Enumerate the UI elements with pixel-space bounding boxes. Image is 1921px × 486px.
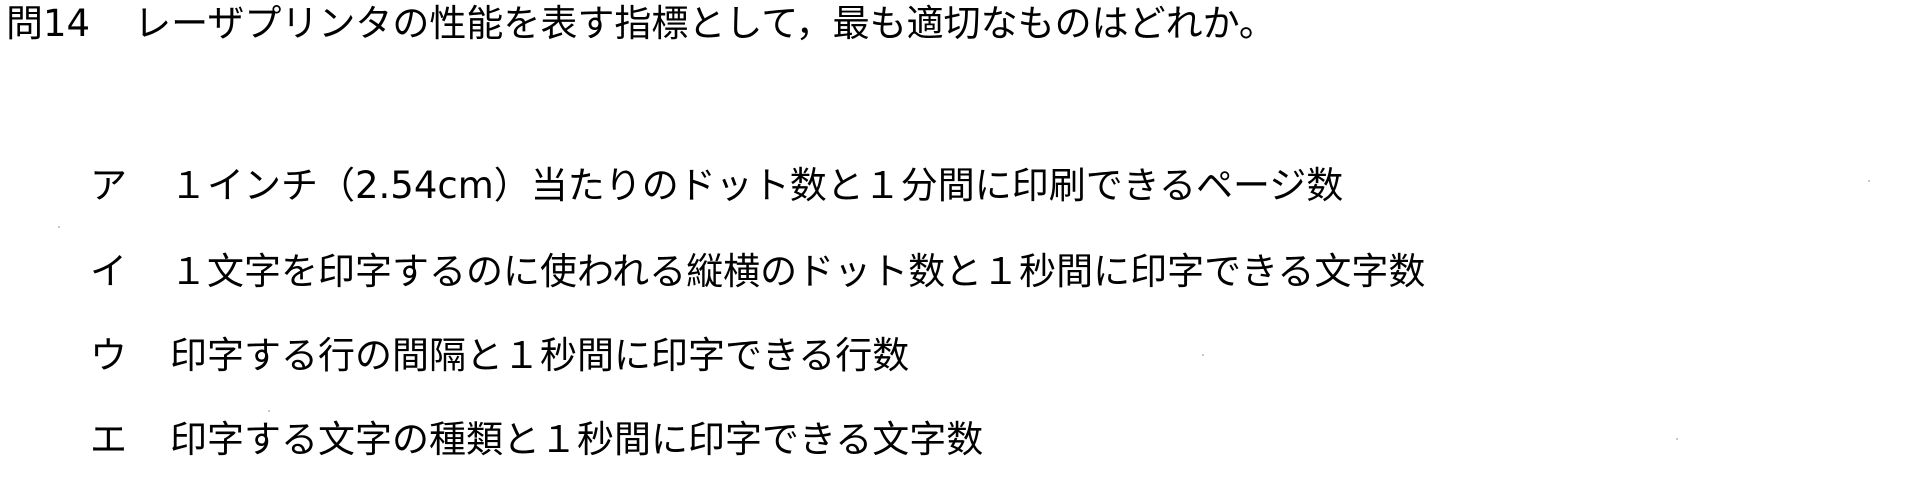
choice-label: イ	[90, 250, 127, 293]
choice-text: １文字を印字するのに使われる縦横のドット数と１秒間に印字できる文字数	[170, 250, 1426, 293]
choice-label: ア	[90, 164, 127, 207]
choice-a: ア １インチ（2.54cm）当たりのドット数と１分間に印刷できるページ数	[90, 162, 1343, 210]
choice-label: ウ	[90, 334, 127, 377]
scan-speck	[58, 226, 60, 228]
choice-d: エ 印字する文字の種類と１秒間に印字できる文字数	[90, 416, 983, 464]
choice-text: １インチ（2.54cm）当たりのドット数と１分間に印刷できるページ数	[170, 164, 1344, 207]
choice-b: イ １文字を印字するのに使われる縦横のドット数と１秒間に印字できる文字数	[90, 248, 1425, 296]
choice-text: 印字する文字の種類と１秒間に印字できる文字数	[170, 418, 984, 461]
exam-page: 問14 レーザプリンタの性能を表す指標として，最も適切なものはどれか。 ア １イ…	[0, 0, 1921, 486]
scan-speck	[1868, 180, 1870, 182]
choice-label: エ	[90, 418, 127, 461]
scan-speck	[1202, 354, 1204, 356]
scan-speck	[1676, 438, 1678, 440]
question-header: 問14 レーザプリンタの性能を表す指標として，最も適切なものはどれか。	[6, 2, 1276, 46]
scan-speck	[268, 410, 270, 412]
choice-c: ウ 印字する行の間隔と１秒間に印字できる行数	[90, 332, 909, 380]
question-text: レーザプリンタの性能を表す指標として，最も適切なものはどれか。	[134, 2, 1276, 45]
question-number: 問14	[6, 2, 91, 45]
choice-text: 印字する行の間隔と１秒間に印字できる行数	[170, 334, 910, 377]
